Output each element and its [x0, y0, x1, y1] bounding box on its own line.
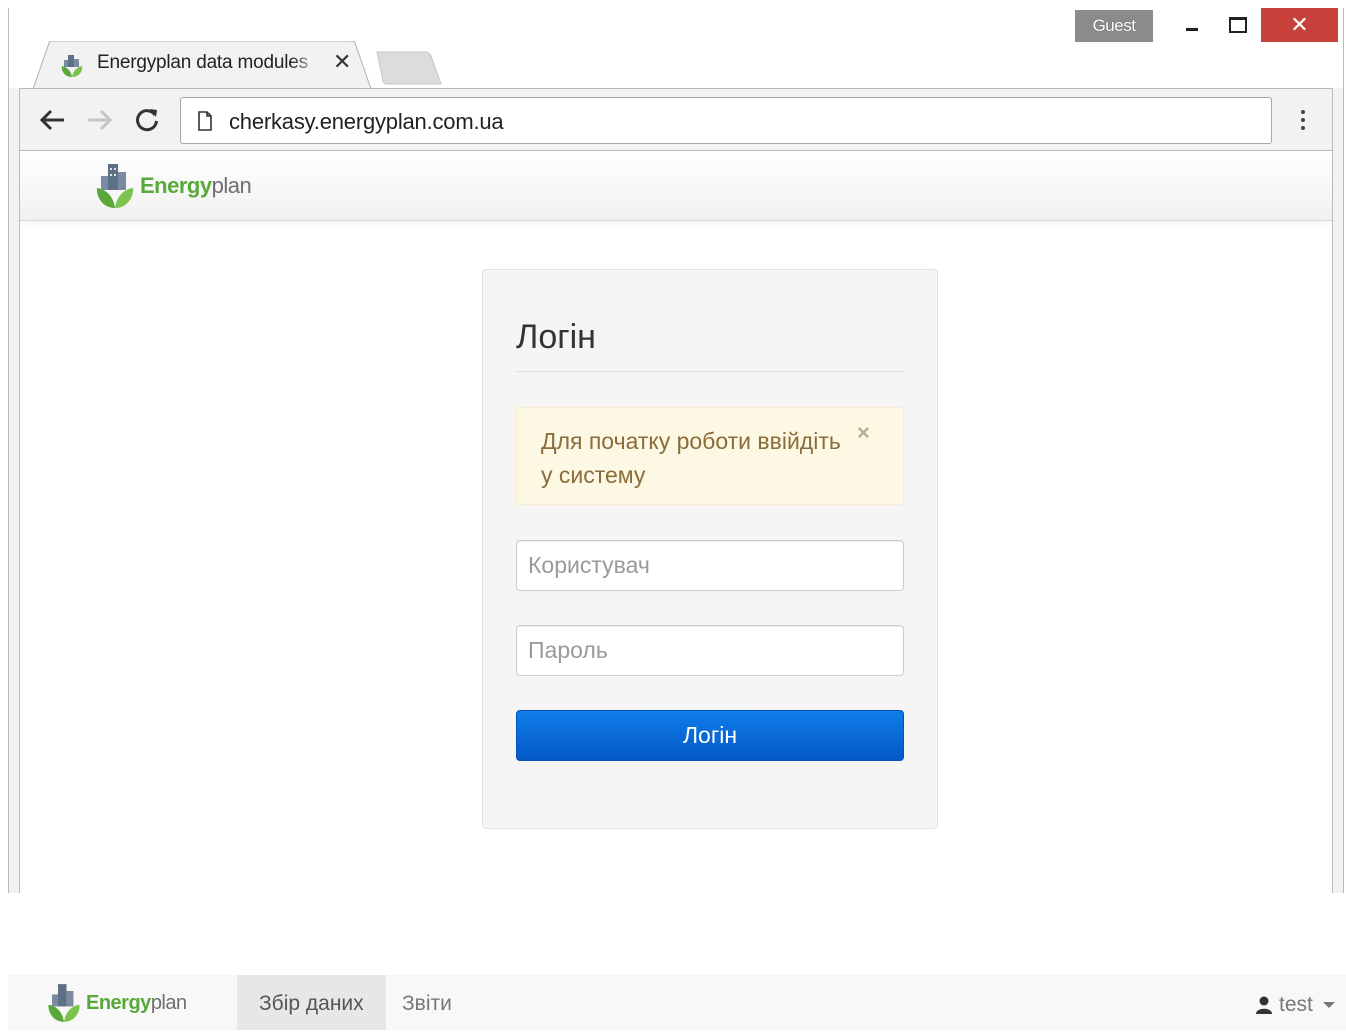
arrow-right-icon	[88, 109, 112, 131]
energyplan-logo-icon	[48, 984, 80, 1022]
caret-down-icon	[1322, 1001, 1335, 1008]
page-viewport: Energyplan Логін Для початку роботи ввій…	[19, 150, 1333, 893]
url-text: cherkasy.energyplan.com.ua	[229, 109, 504, 134]
energyplan-logo-icon	[96, 164, 134, 208]
user-menu-dropdown[interactable]: test	[1255, 975, 1335, 1030]
minimize-icon[interactable]	[1175, 8, 1209, 42]
reload-button[interactable]	[130, 103, 164, 137]
close-icon: ✕	[1290, 12, 1309, 37]
login-heading: Логін	[516, 318, 596, 356]
warning-alert: Для початку роботи ввійдіть у систему ×	[516, 407, 904, 505]
user-icon	[1256, 996, 1272, 1014]
browser-toolbar: cherkasy.energyplan.com.ua	[19, 88, 1333, 150]
app-navbar: Energyplan Збір даних Звіти test	[8, 975, 1346, 1030]
maximize-icon[interactable]	[1221, 8, 1255, 42]
login-button[interactable]: Логін	[516, 710, 904, 761]
energyplan-logo-icon	[61, 55, 83, 77]
tab-title: Energyplan data modules	[97, 52, 321, 74]
back-button[interactable]	[36, 103, 70, 137]
brand-logo[interactable]: Energyplan	[94, 161, 252, 211]
username-input[interactable]	[516, 540, 904, 591]
vertical-dots-icon[interactable]	[1288, 103, 1318, 137]
new-tab-button[interactable]	[375, 50, 445, 88]
reload-icon	[136, 109, 158, 132]
brand-name: Energyplan	[140, 173, 252, 198]
alert-close-icon[interactable]: ×	[857, 420, 870, 446]
nav-item-data-collection[interactable]: Збір даних	[237, 975, 386, 1030]
forward-button[interactable]	[82, 103, 116, 137]
browser-window: Guest ✕ Energyplan data modules ✕ cherka…	[8, 8, 1344, 893]
password-input[interactable]	[516, 625, 904, 676]
site-navbar: Energyplan	[20, 151, 1332, 221]
close-window-button[interactable]: ✕	[1261, 8, 1338, 42]
brand-name: Energyplan	[86, 991, 187, 1014]
user-name: test	[1279, 992, 1313, 1016]
tab-close-icon[interactable]: ✕	[333, 49, 351, 75]
brand-logo[interactable]: Energyplan	[46, 981, 187, 1025]
browser-tab[interactable]: Energyplan data modules ✕	[33, 41, 371, 89]
guest-profile-badge[interactable]: Guest	[1075, 10, 1153, 42]
address-bar[interactable]: cherkasy.energyplan.com.ua	[180, 97, 1272, 144]
title-bar: Guest ✕ Energyplan data modules ✕	[9, 8, 1343, 89]
nav-item-reports[interactable]: Звіти	[380, 975, 474, 1030]
divider	[516, 371, 904, 372]
login-panel: Логін Для початку роботи ввійдіть у сист…	[482, 269, 938, 829]
alert-text: Для початку роботи ввійдіть у систему	[541, 428, 841, 488]
page-icon	[198, 111, 212, 131]
arrow-left-icon	[40, 109, 64, 131]
